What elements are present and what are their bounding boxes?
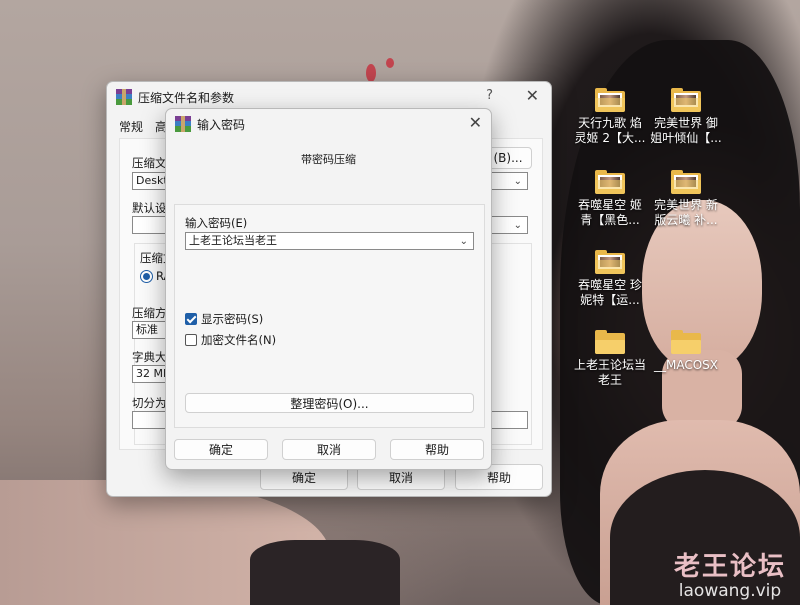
dialog-title: 压缩文件名和参数 — [138, 90, 235, 105]
titlebar: 输入密码 ✕ — [166, 109, 491, 139]
wallpaper-flower — [366, 64, 376, 82]
folder-icon — [671, 330, 701, 354]
organize-passwords-button[interactable]: 整理密码(O)... — [185, 393, 474, 413]
folder-icon — [671, 170, 701, 194]
enter-password-dialog: 输入密码 ✕ 带密码压缩 输入密码(E) 上老王论坛当老王 ⌄ 显示密码(S) … — [165, 108, 492, 470]
desktop-icon-label: 姐叶倾仙【... — [650, 131, 722, 145]
desktop-icon-label: __MACOSX — [653, 358, 718, 372]
password-label: 输入密码(E) — [185, 216, 248, 230]
desktop-icon-label: 老王 — [597, 373, 622, 387]
desktop-folder-icon-1[interactable]: 天行九歌 焰 灵姬 2【大... — [570, 88, 650, 146]
dialog-title: 输入密码 — [197, 117, 246, 132]
desktop-icon-label: 青【黑色... — [580, 213, 640, 227]
desktop-icon-label: 完美世界 新 — [654, 198, 718, 212]
encrypt-filenames-checkbox[interactable] — [185, 334, 197, 346]
folder-icon — [595, 250, 625, 274]
close-icon[interactable]: ✕ — [526, 86, 539, 105]
password-value: 上老王论坛当老王 — [189, 234, 277, 247]
dialog-subtitle: 带密码压缩 — [301, 153, 356, 166]
help-question-icon[interactable]: ? — [486, 88, 493, 103]
show-password-label: 显示密码(S) — [201, 312, 264, 326]
desktop-icon-label: 吞噬星空 珍 — [578, 278, 642, 292]
password-group: 输入密码(E) 上老王论坛当老王 ⌄ 显示密码(S) 加密文件名(N) 整理密码… — [174, 204, 485, 428]
folder-icon — [671, 88, 701, 112]
chevron-down-icon[interactable]: ⌄ — [460, 234, 468, 249]
desktop-folder-icon-7[interactable]: __MACOSX — [646, 330, 726, 373]
rar-format-radio[interactable] — [140, 270, 153, 283]
desktop-folder-icon-4[interactable]: 完美世界 新 版云曦 补... — [646, 170, 726, 228]
desktop-icon-label: 灵姬 2【大... — [574, 131, 646, 145]
winrar-icon — [116, 89, 132, 105]
desktop-icon-label: 天行九歌 焰 — [578, 116, 642, 130]
chevron-down-icon[interactable]: ⌄ — [514, 174, 522, 189]
folder-icon — [595, 88, 625, 112]
watermark-url: laowang.vip — [678, 581, 782, 601]
encrypt-filenames-label: 加密文件名(N) — [201, 333, 277, 347]
winrar-icon — [175, 116, 191, 132]
close-icon[interactable]: ✕ — [469, 113, 482, 132]
password-input[interactable]: 上老王论坛当老王 ⌄ — [185, 232, 474, 250]
desktop-icon-label: 妮特【运... — [580, 293, 640, 307]
watermark-title: 老王论坛 — [673, 552, 786, 582]
desktop-folder-icon-6[interactable]: 上老王论坛当 老王 — [570, 330, 650, 388]
chevron-down-icon[interactable]: ⌄ — [514, 218, 522, 233]
help-button[interactable]: 帮助 — [390, 439, 484, 460]
desktop-icon-label: 吞噬星空 姬 — [578, 198, 642, 212]
desktop-icon-label: 上老王论坛当 — [573, 358, 646, 372]
desktop-icon-label: 完美世界 御 — [654, 116, 718, 130]
desktop-icon-label: 版云曦 补... — [654, 213, 718, 227]
site-watermark: 老王论坛 laowang.vip — [674, 546, 786, 601]
wallpaper-figure-stocking — [250, 540, 400, 605]
show-password-checkbox[interactable] — [185, 313, 197, 325]
desktop-folder-icon-3[interactable]: 吞噬星空 姬 青【黑色... — [570, 170, 650, 228]
wallpaper-flower — [386, 58, 394, 68]
tab-general[interactable]: 常规 — [119, 116, 153, 138]
desktop-folder-icon-5[interactable]: 吞噬星空 珍 妮特【运... — [570, 250, 650, 308]
folder-icon — [595, 170, 625, 194]
ok-button[interactable]: 确定 — [174, 439, 268, 460]
compression-method-value: 标准 — [136, 323, 158, 336]
cancel-button[interactable]: 取消 — [282, 439, 376, 460]
desktop-folder-icon-2[interactable]: 完美世界 御 姐叶倾仙【... — [646, 88, 726, 146]
folder-icon — [595, 330, 625, 354]
